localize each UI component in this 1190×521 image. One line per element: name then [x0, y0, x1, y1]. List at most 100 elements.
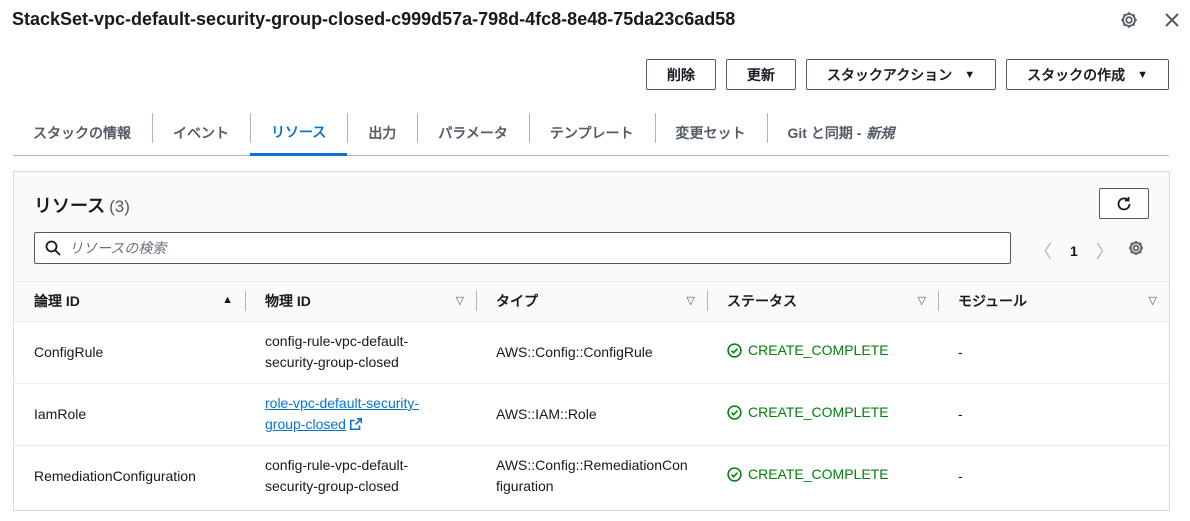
tab-label: 出力 — [368, 124, 397, 141]
type-cell: AWS::Config::RemediationCon figuration — [476, 445, 707, 507]
sort-ascending-icon[interactable]: ▲ — [222, 294, 233, 306]
check-circle-icon — [727, 467, 742, 482]
tab-item[interactable]: リソース — [250, 110, 348, 156]
physical-id: config-rule-vpc-default-security-group-c… — [265, 457, 408, 494]
physical-id-line: config-rule-vpc-default- — [265, 457, 409, 474]
physical-id-cell: config-rule-vpc-default-security-group-c… — [245, 321, 476, 384]
tab-new-tag: 新規 — [866, 124, 895, 141]
status-text: CREATE_COMPLETE — [748, 466, 889, 483]
column-header-label: 物理 ID — [265, 293, 311, 310]
tab-item[interactable]: イベント — [152, 110, 250, 155]
panel-title-text: リソース — [34, 196, 106, 216]
status-cell: CREATE_COMPLETE — [707, 445, 938, 507]
tab-item[interactable]: テンプレート — [528, 110, 655, 155]
stack-actions-label: スタックアクション — [826, 66, 953, 83]
table-row: ConfigRule config-rule-vpc-default-securi… — [14, 321, 1169, 384]
logical-id: IamRole — [34, 405, 87, 422]
module-value: - — [958, 343, 963, 360]
chevron-right-icon[interactable]: 〉 — [1096, 238, 1114, 264]
table-row: IamRole role-vpc-default-security-group-c… — [14, 383, 1169, 446]
module-cell: - — [938, 445, 1169, 507]
resource-count: (3) — [109, 197, 130, 216]
physical-id-line: group-closed — [265, 416, 346, 432]
search-box[interactable] — [34, 232, 1011, 264]
physical-id-link[interactable]: role-vpc-default-security-group-closed — [265, 395, 419, 432]
column-header-label: タイプ — [496, 293, 538, 310]
status-indicator: CREATE_COMPLETE — [727, 464, 889, 485]
logical-id-cell: ConfigRule — [14, 321, 245, 384]
logical-id: RemediationConfiguration — [34, 467, 196, 484]
tab-item[interactable]: 出力 — [347, 110, 417, 155]
logical-id-cell: IamRole — [14, 383, 245, 446]
gear-icon[interactable] — [1119, 10, 1139, 30]
resource-type: AWS::Config::RemediationCon — [496, 457, 688, 474]
tab-bar: スタックの情報 イベント リソース 出力 パラメータ テンプレート 変更セット Git と同期… — [13, 110, 1169, 156]
tab-item[interactable]: 変更セット — [654, 110, 767, 155]
page-number[interactable]: 1 — [1070, 243, 1078, 259]
tab-item[interactable]: パラメータ — [417, 110, 529, 155]
physical-id-line: role-vpc-default-security- — [265, 395, 420, 411]
stack-actions-dropdown[interactable]: スタックアクション ▼ — [805, 59, 997, 90]
create-stack-dropdown[interactable]: スタックの作成 ▼ — [1006, 59, 1169, 90]
external-link-icon — [346, 416, 363, 432]
refresh-button[interactable] — [1099, 188, 1149, 219]
table-header-row: 論理 ID ▲ 物理 ID ▽ タイプ ▽ ステータス ▽ モジュール ▽ — [14, 282, 1169, 322]
tab-label: イベント — [173, 124, 229, 141]
tab-label: 変更セット — [675, 124, 746, 141]
column-header[interactable]: 論理 ID ▲ — [14, 282, 245, 322]
chevron-left-icon[interactable]: 〈 — [1034, 238, 1052, 264]
tab-label: リソース — [271, 123, 327, 140]
physical-id-line: security-group-closed — [265, 478, 399, 495]
type-cell: AWS::Config::ConfigRule — [476, 321, 707, 384]
table-settings-gear-icon[interactable] — [1127, 239, 1145, 257]
sort-icon[interactable]: ▽ — [456, 294, 464, 307]
physical-id-cell: config-rule-vpc-default-security-group-c… — [245, 445, 476, 507]
module-value: - — [958, 405, 963, 422]
pagination: 〈 1 〉 — [1034, 238, 1114, 264]
check-circle-icon — [727, 405, 742, 420]
caret-down-icon: ▼ — [964, 68, 976, 81]
physical-id-line: security-group-closed — [265, 354, 399, 370]
tab-label: テンプレート — [549, 124, 634, 141]
type-cell: AWS::IAM::Role — [476, 383, 707, 446]
resources-table: 論理 ID ▲ 物理 ID ▽ タイプ ▽ ステータス ▽ モジュール ▽ ConfigRule c… — [14, 282, 1169, 507]
sort-icon[interactable]: ▽ — [1149, 294, 1157, 307]
check-circle-icon — [727, 343, 742, 358]
status-text: CREATE_COMPLETE — [748, 404, 889, 420]
tab-label: スタックの情報 — [33, 124, 131, 141]
column-header[interactable]: モジュール ▽ — [938, 282, 1169, 322]
tab-item[interactable]: スタックの情報 — [13, 110, 152, 155]
status-cell: CREATE_COMPLETE — [707, 383, 938, 446]
column-header[interactable]: タイプ ▽ — [476, 282, 707, 322]
close-icon[interactable] — [1162, 10, 1182, 30]
status-indicator: CREATE_COMPLETE — [727, 340, 889, 361]
physical-id: config-rule-vpc-default-security-group-c… — [265, 333, 408, 370]
status-indicator: CREATE_COMPLETE — [727, 402, 889, 423]
module-value: - — [958, 467, 963, 484]
column-header[interactable]: 物理 ID ▽ — [245, 282, 476, 322]
caret-down-icon: ▼ — [1137, 68, 1148, 81]
sort-icon[interactable]: ▽ — [918, 294, 926, 307]
column-header-label: ステータス — [727, 293, 797, 310]
resource-type: AWS::IAM::Role — [496, 405, 597, 422]
sort-icon[interactable]: ▽ — [687, 294, 695, 307]
search-input[interactable] — [69, 240, 969, 256]
table-body: ConfigRule config-rule-vpc-default-securi… — [14, 321, 1169, 507]
update-button[interactable]: 更新 — [725, 59, 796, 90]
panel-header: リソース(3) 〈 1 〉 — [14, 172, 1169, 282]
column-header-label: 論理 ID — [34, 293, 80, 310]
table-row: RemediationConfiguration config-rule-vpc-… — [14, 445, 1169, 507]
tab-item[interactable]: Git と同期 - 新規 — [766, 110, 916, 155]
column-header-label: モジュール — [958, 293, 1028, 310]
module-cell: - — [938, 383, 1169, 446]
create-stack-label: スタックの作成 — [1027, 66, 1126, 83]
resources-panel: リソース(3) 〈 1 〉 論理 — [13, 171, 1170, 511]
logical-id: ConfigRule — [34, 343, 104, 360]
refresh-icon — [1117, 196, 1131, 210]
delete-button[interactable]: 削除 — [645, 59, 716, 90]
search-icon — [45, 240, 61, 256]
module-cell: - — [938, 321, 1169, 384]
tab-label: パラメータ — [438, 124, 508, 141]
column-header[interactable]: ステータス ▽ — [707, 282, 938, 322]
page-title: StackSet-vpc-default-security-group-clos… — [12, 9, 736, 29]
